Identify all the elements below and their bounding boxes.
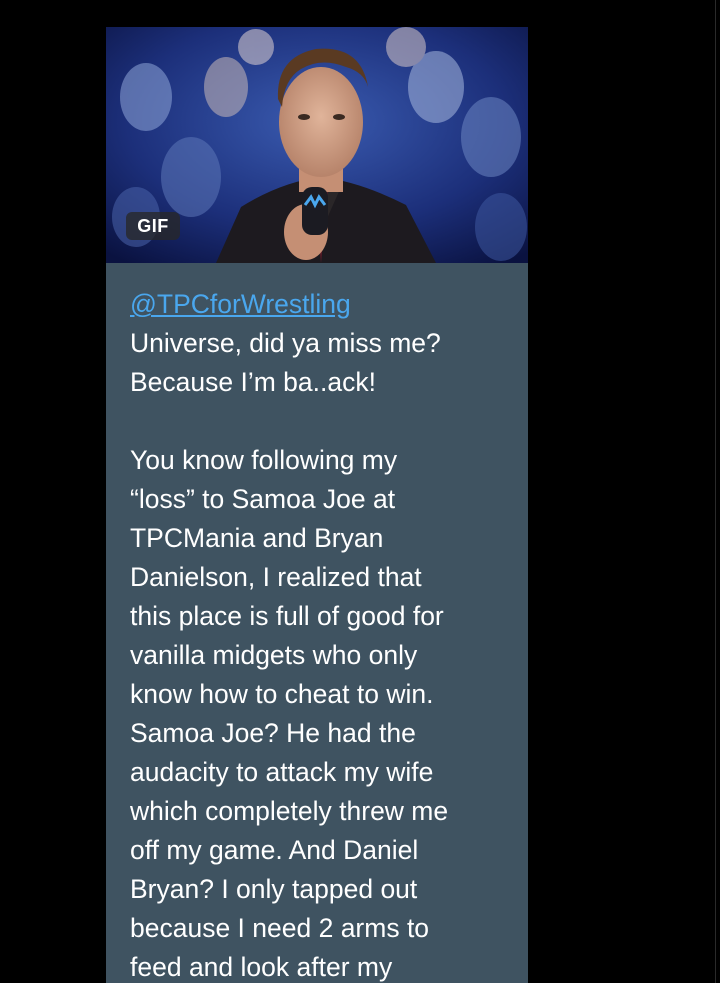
message-text: @TPCforWrestling Universe, did ya miss m… bbox=[130, 285, 520, 983]
message-line: Bryan? I only tapped out bbox=[130, 874, 418, 904]
message-line: Universe, did ya miss me? bbox=[130, 328, 441, 358]
message-line: Samoa Joe? He had the bbox=[130, 718, 416, 748]
message-line: “loss” to Samoa Joe at bbox=[130, 484, 396, 514]
gif-media[interactable]: GIF bbox=[106, 27, 528, 263]
gif-badge: GIF bbox=[126, 212, 180, 240]
message-line: TPCMania and Bryan bbox=[130, 523, 384, 553]
mention-link[interactable]: @TPCforWrestling bbox=[130, 285, 520, 324]
message-line: feed and look after my bbox=[130, 952, 393, 982]
message-bubble[interactable]: GIF @TPCforWrestling Universe, did ya mi… bbox=[106, 27, 528, 983]
message-line: because I need 2 arms to bbox=[130, 913, 430, 943]
message-line: off my game. And Daniel bbox=[130, 835, 419, 865]
message-line: this place is full of good for bbox=[130, 601, 444, 631]
message-line: audacity to attack my wife bbox=[130, 757, 434, 787]
message-line: Because I’m ba..ack! bbox=[130, 367, 376, 397]
message-line: know how to cheat to win. bbox=[130, 679, 434, 709]
message-line: You know following my bbox=[130, 445, 398, 475]
message-line: vanilla midgets who only bbox=[130, 640, 418, 670]
message-line: which completely threw me bbox=[130, 796, 449, 826]
screen-edge-divider bbox=[715, 0, 716, 983]
message-line: Danielson, I realized that bbox=[130, 562, 422, 592]
